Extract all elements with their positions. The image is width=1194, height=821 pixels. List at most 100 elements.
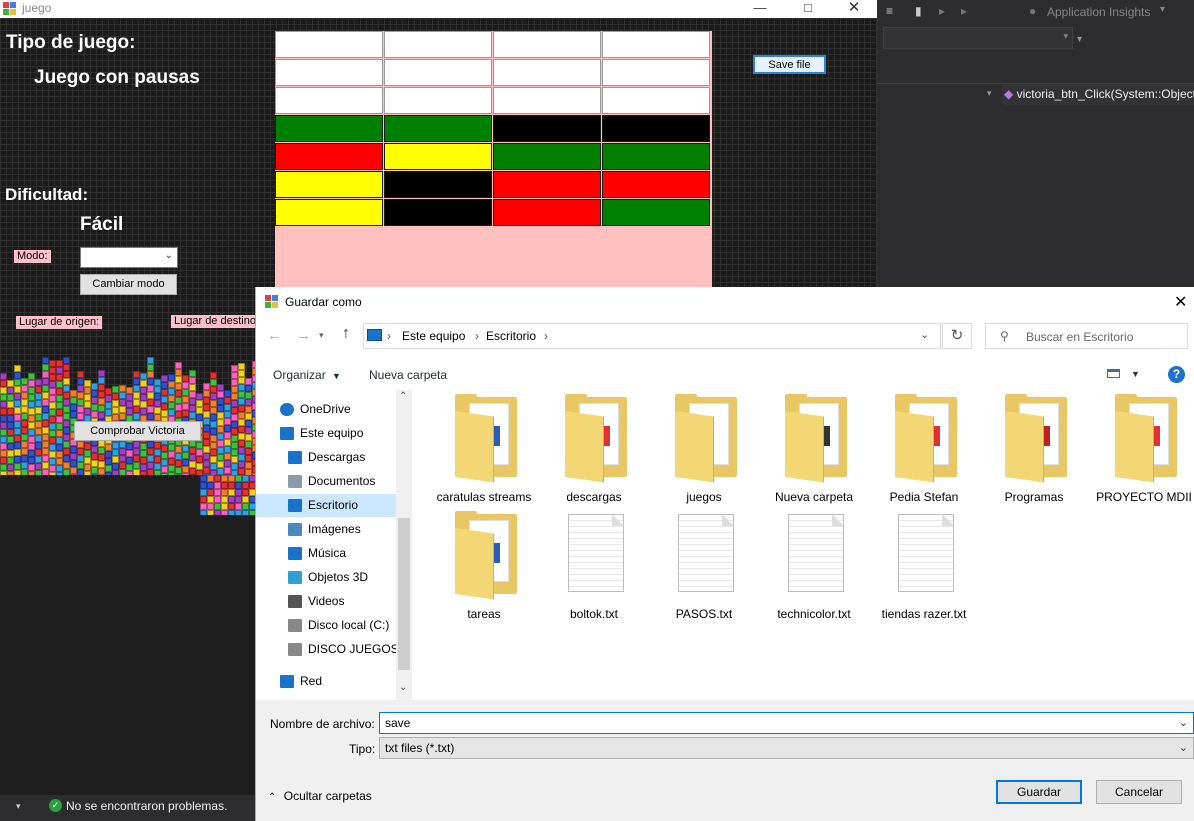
nav-item[interactable]: OneDrive [256,398,396,421]
board-cell[interactable] [275,171,383,198]
folder-item[interactable]: Nueva carpeta [759,392,869,504]
vs-project-combo[interactable]: ▾ [883,27,1073,49]
nav-item[interactable]: Este equipo [256,422,396,445]
file-item[interactable]: tiendas razer.txt [869,509,979,621]
maximize-icon[interactable]: □ [788,0,828,18]
nav-item[interactable]: Escritorio [256,494,396,517]
chevron-down-icon[interactable]: ⌄ [920,328,929,341]
recent-locations-icon[interactable]: ▾ [319,330,324,341]
save-button[interactable]: Guardar [996,780,1082,804]
nav-item[interactable]: Objetos 3D [256,566,396,589]
nav-item[interactable]: Descargas [256,446,396,469]
type-select[interactable]: txt files (*.txt) ⌄ [379,737,1194,759]
comment-icon[interactable]: ≡ [886,4,893,18]
scroll-thumb[interactable] [398,518,410,670]
nueva-carpeta-button[interactable]: Nueva carpeta [369,368,447,382]
board-cell[interactable] [275,199,383,226]
scroll-up-icon[interactable]: ⌃ [399,391,407,402]
board-cell[interactable] [275,115,383,142]
status-text[interactable]: No se encontraron problemas. [66,799,227,813]
board-cell[interactable] [275,59,383,86]
filename-input[interactable]: save ⌄ [379,712,1194,734]
board-cell[interactable] [493,31,601,58]
folder-item[interactable]: Pedia Stefan [869,392,979,504]
board-cell[interactable] [493,115,601,142]
application-insights-icon[interactable]: ● [1029,4,1036,18]
chevron-down-icon[interactable]: ⌄ [1179,738,1188,758]
nav-item[interactable]: Disco local (C:) [256,614,396,637]
nav-item[interactable]: DISCO JUEGOS ( [256,638,406,661]
board-cell[interactable] [602,199,710,226]
method-combo[interactable]: ◆ victoria_btn_Click(System::Object [1002,84,1194,105]
board-cell[interactable] [493,59,601,86]
chevron-down-icon[interactable]: ▼ [1131,369,1140,379]
save-file-button[interactable]: Save file [753,55,826,74]
board-cell[interactable] [602,143,710,170]
board-cell[interactable] [384,87,492,114]
back-arrow-icon[interactable]: ← [267,327,282,344]
board-cell[interactable] [275,31,383,58]
board-cell[interactable] [602,59,710,86]
board-cell[interactable] [493,87,601,114]
bookmark-prev-icon[interactable]: ▸ [939,4,945,18]
close-icon[interactable]: ✕ [1174,292,1187,312]
chevron-down-icon[interactable]: ▾ [987,88,992,99]
board-cell[interactable] [602,171,710,198]
game-board[interactable] [275,31,712,287]
nav-item[interactable]: Música [256,542,396,565]
folder-item[interactable]: Programas [979,392,1089,504]
folder-item[interactable]: caratulas streams [429,392,539,504]
board-cell[interactable] [602,31,710,58]
board-cell[interactable] [493,199,601,226]
board-cell[interactable] [275,87,383,114]
help-icon[interactable]: ? [1168,366,1185,383]
refresh-button[interactable]: ↻ [942,323,972,349]
board-cell[interactable] [275,143,383,170]
folder-item[interactable]: PROYECTO MDII [1089,392,1194,504]
search-input[interactable]: ⚲ Buscar en Escritorio [985,323,1188,349]
bookmark-next-icon[interactable]: ▸ [961,4,967,18]
board-cell[interactable] [602,87,710,114]
board-cell[interactable] [384,143,492,170]
folder-item[interactable]: juegos [649,392,759,504]
folder-item[interactable]: descargas [539,392,649,504]
file-item[interactable]: PASOS.txt [649,509,759,621]
organizar-menu[interactable]: Organizar ▼ [273,368,341,382]
split-icon[interactable]: ▾ [1077,34,1082,45]
comprobar-victoria-button[interactable]: Comprobar Victoria [74,421,201,441]
cambiar-modo-button[interactable]: Cambiar modo [80,274,177,295]
nav-item[interactable]: Documentos [256,470,396,493]
file-item[interactable]: technicolor.txt [759,509,869,621]
board-cell[interactable] [602,115,710,142]
forward-arrow-icon[interactable]: → [296,327,311,344]
bookmark-icon[interactable]: ▮ [915,4,922,18]
breadcrumb-este-equipo[interactable]: Este equipo [402,329,465,343]
board-cell[interactable] [384,171,492,198]
up-arrow-icon[interactable]: ↑ [342,325,350,343]
hide-folders-toggle[interactable]: ⌃ Ocultar carpetas [268,789,372,803]
scroll-down-icon[interactable]: ⌄ [399,682,407,693]
chevron-down-icon[interactable]: ▾ [1160,4,1165,15]
chevron-down-icon[interactable]: ▾ [16,801,21,812]
breadcrumb-escritorio[interactable]: Escritorio [486,329,536,343]
address-bar[interactable]: › Este equipo › Escritorio › ⌄ [363,323,941,349]
board-cell[interactable] [493,171,601,198]
chevron-down-icon[interactable]: ⌄ [1179,713,1188,733]
nav-scrollbar[interactable]: ⌃ ⌄ [396,390,412,700]
view-options-icon[interactable] [1107,369,1120,378]
application-insights-label[interactable]: Application Insights [1047,5,1150,19]
cancel-button[interactable]: Cancelar [1096,780,1182,804]
nav-item[interactable]: Videos [256,590,396,613]
close-icon[interactable]: ✕ [834,0,874,18]
board-cell[interactable] [384,31,492,58]
board-cell[interactable] [384,59,492,86]
board-cell[interactable] [384,115,492,142]
folder-item[interactable]: tareas [429,509,539,621]
board-cell[interactable] [493,143,601,170]
nav-item[interactable]: Imágenes [256,518,396,541]
file-item[interactable]: boltok.txt [539,509,649,621]
nav-item[interactable]: Red [256,670,396,693]
minimize-icon[interactable]: — [740,0,780,18]
modo-select[interactable]: ⌄ [80,247,178,268]
board-cell[interactable] [384,199,492,226]
